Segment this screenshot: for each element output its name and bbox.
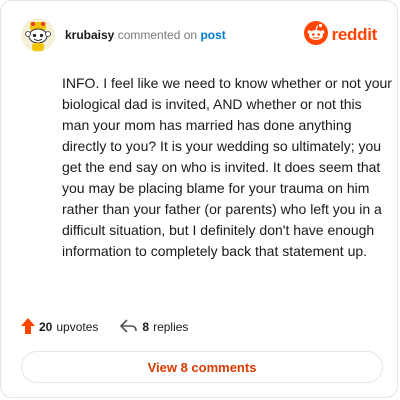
reply-arrow-icon bbox=[120, 318, 138, 336]
reddit-wordmark: reddit bbox=[331, 25, 378, 44]
upvote-count: 20 bbox=[39, 320, 53, 334]
comment-actions: 20 upvotes 8 replies bbox=[21, 317, 188, 337]
upvote-arrow-icon bbox=[21, 317, 35, 337]
reply-count: 8 bbox=[142, 320, 150, 334]
view-comments-button[interactable]: View 8 comments bbox=[21, 351, 383, 383]
comment-meta: krubaisy commented on post bbox=[65, 28, 226, 42]
comment-text: INFO. I feel like we need to know whethe… bbox=[62, 75, 392, 259]
reddit-logo[interactable]: reddit bbox=[303, 20, 378, 50]
upvote-button[interactable]: 20 upvotes bbox=[21, 317, 99, 337]
upvote-label: upvotes bbox=[56, 320, 99, 334]
username[interactable]: krubaisy bbox=[65, 28, 114, 42]
reddit-snoo-icon bbox=[303, 20, 328, 50]
comment-card: krubaisy commented on post reddit INFO. … bbox=[0, 0, 398, 398]
reply-button[interactable]: 8 replies bbox=[120, 318, 189, 336]
action-text: commented on bbox=[117, 28, 198, 42]
comment-header: krubaisy commented on post reddit bbox=[21, 17, 377, 53]
post-link[interactable]: post bbox=[200, 28, 225, 42]
user-avatar-icon[interactable] bbox=[21, 18, 55, 52]
reply-label: replies bbox=[153, 320, 189, 334]
